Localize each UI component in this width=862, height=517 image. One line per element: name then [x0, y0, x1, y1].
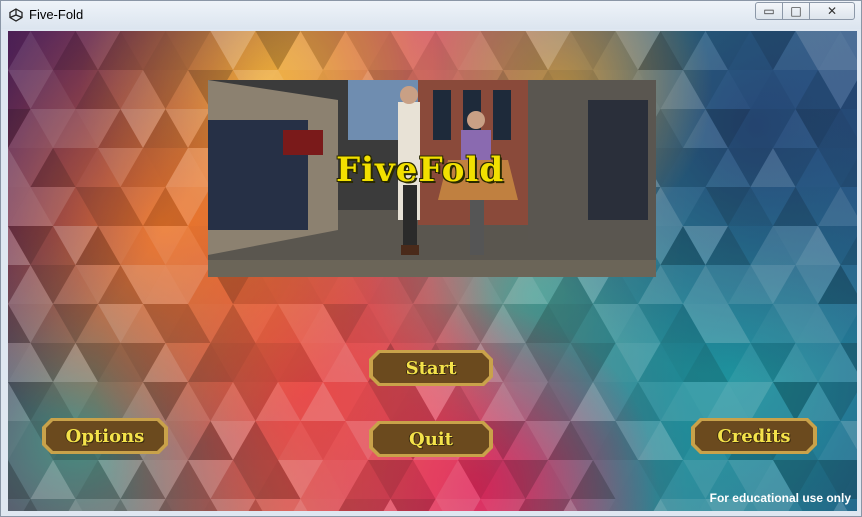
window-title: Five-Fold [29, 7, 84, 22]
minimize-icon: ▭ [763, 4, 775, 18]
game-viewport: FiveFold Start Quit Options Credits For … [8, 31, 857, 511]
quit-button-label: Quit [409, 428, 453, 450]
app-window: Five-Fold ▭ □ ✕ FiveFold Start Quit Opti… [0, 0, 862, 517]
title-banner-image: FiveFold [208, 80, 656, 277]
minimize-button[interactable]: ▭ [755, 2, 783, 20]
educational-notice: For educational use only [709, 491, 851, 505]
title-bar[interactable]: Five-Fold ▭ □ ✕ [1, 1, 861, 29]
unity-logo-icon [9, 8, 23, 22]
game-logo: FiveFold [336, 150, 505, 190]
maximize-icon: □ [790, 4, 802, 18]
options-button-label: Options [65, 425, 145, 447]
close-button[interactable]: ✕ [809, 2, 855, 20]
options-button[interactable]: Options [41, 417, 169, 455]
quit-button[interactable]: Quit [368, 420, 494, 458]
maximize-button[interactable]: □ [782, 2, 810, 20]
start-button[interactable]: Start [368, 349, 494, 387]
start-button-label: Start [405, 357, 457, 379]
credits-button[interactable]: Credits [690, 417, 818, 455]
close-icon: ✕ [826, 4, 838, 18]
credits-button-label: Credits [717, 425, 791, 447]
